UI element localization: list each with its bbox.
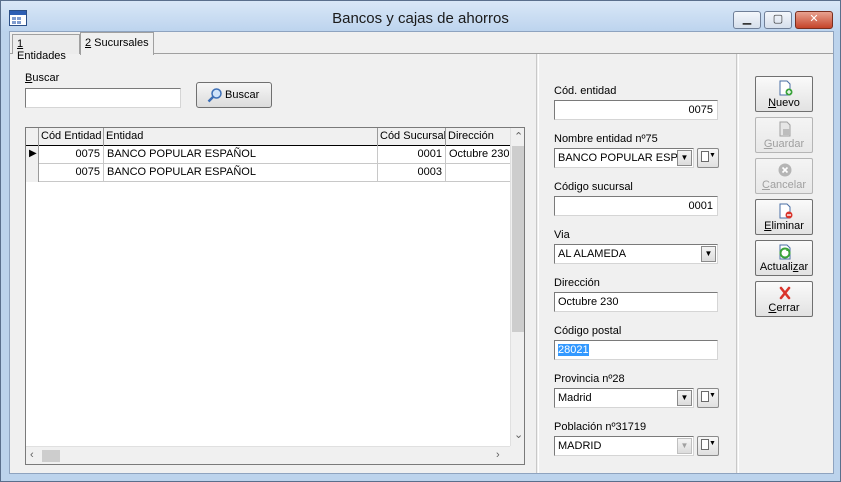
cancelar-button[interactable]: Cancelar (755, 158, 813, 194)
provincia-label: Provincia nº28 (554, 373, 625, 385)
tab-strip: 1 Entidades 2 Sucursales (10, 32, 833, 62)
client-area: 1 Entidades 2 Sucursales Buscar Buscar C… (9, 31, 834, 474)
delete-document-icon (779, 203, 793, 219)
document-icon (701, 151, 709, 162)
provincia-select[interactable]: Madrid ▼ (554, 388, 694, 408)
direccion-field[interactable]: Octubre 230 (554, 292, 718, 312)
scroll-down-icon[interactable]: ⌄ (514, 428, 523, 441)
provincia-value: Madrid (558, 392, 592, 404)
detail-panel: Cód. entidad 0075 Nombre entidad nº75 BA… (538, 54, 737, 473)
horizontal-scroll-thumb[interactable] (42, 450, 60, 462)
search-label: Buscar (25, 72, 60, 84)
poblacion-value: MADRID (558, 440, 602, 452)
minimize-icon: ▁ (742, 13, 752, 25)
column-header-direccion[interactable]: Dirección (446, 128, 510, 146)
codigo-postal-selected-text: 28021 (558, 344, 589, 356)
search-button[interactable]: Buscar (196, 82, 272, 108)
grid-header: Cód Entidad Entidad Cód Sucursal Direcci… (26, 128, 510, 146)
via-select[interactable]: AL ALAMEDA ▼ (554, 244, 718, 264)
scrollbar-corner (510, 446, 524, 464)
chevron-down-icon: ▼ (709, 152, 716, 159)
nombre-entidad-value: BANCO POPULAR ESP. (558, 152, 680, 164)
document-icon (701, 439, 709, 450)
chevron-down-icon: ▼ (709, 440, 716, 447)
document-icon (701, 391, 709, 402)
search-button-label: Buscar (225, 89, 260, 101)
table-row[interactable]: ▶ 0075 BANCO POPULAR ESPAÑOL 0001 Octubr… (26, 146, 510, 164)
column-header-cod-sucursal[interactable]: Cód Sucursal (378, 128, 446, 146)
row-indicator (26, 164, 39, 182)
chevron-down-icon[interactable]: ▼ (701, 246, 716, 262)
cell-cod-sucursal[interactable]: 0001 (378, 146, 446, 164)
cell-direccion[interactable]: Octubre 230 (446, 146, 510, 164)
horizontal-scrollbar[interactable]: ‹ › (26, 446, 510, 464)
cell-entidad[interactable]: BANCO POPULAR ESPAÑOL (104, 146, 378, 164)
column-header-entidad[interactable]: Entidad (104, 128, 378, 146)
cell-cod-entidad[interactable]: 0075 (39, 146, 104, 164)
search-icon (207, 88, 222, 103)
chevron-down-icon[interactable]: ▼ (677, 150, 692, 166)
column-header-cod-entidad[interactable]: Cód Entidad (39, 128, 104, 146)
current-row-indicator: ▶ (26, 146, 39, 164)
guardar-button[interactable]: Guardar (755, 117, 813, 153)
scroll-left-icon[interactable]: ‹ (30, 449, 34, 461)
via-value: AL ALAMEDA (558, 248, 627, 260)
nombre-entidad-lookup-button[interactable]: ▼ (697, 148, 719, 168)
tab-sucursales[interactable]: 2 Sucursales (80, 32, 154, 55)
branches-grid[interactable]: Cód Entidad Entidad Cód Sucursal Direcci… (25, 127, 525, 465)
minimize-button[interactable]: ▁ (733, 11, 761, 29)
codigo-sucursal-label: Código sucursal (554, 181, 633, 193)
actions-panel: Nuevo Guardar Cancelar Eliminar Actualiz… (738, 54, 833, 473)
nombre-entidad-select[interactable]: BANCO POPULAR ESP. ▼ (554, 148, 694, 168)
header-indicator-cell (26, 128, 39, 146)
table-row[interactable]: 0075 BANCO POPULAR ESPAÑOL 0003 (26, 164, 510, 182)
poblacion-select[interactable]: MADRID ▼ (554, 436, 694, 456)
scroll-up-icon[interactable]: ⌃ (514, 130, 523, 143)
poblacion-label: Población nº31719 (554, 421, 647, 433)
new-document-icon (779, 80, 793, 96)
vertical-scrollbar[interactable]: ⌃ ⌄ (510, 128, 524, 446)
cod-entidad-field[interactable]: 0075 (554, 100, 718, 120)
scroll-right-icon[interactable]: › (496, 449, 500, 461)
eliminar-button[interactable]: Eliminar (755, 199, 813, 235)
cell-cod-sucursal[interactable]: 0003 (378, 164, 446, 182)
close-x-icon (779, 286, 791, 300)
codigo-postal-label: Código postal (554, 325, 622, 337)
refresh-icon (779, 244, 791, 260)
app-window: Bancos y cajas de ahorros ▁ ▢ ✕ 1 Entida… (0, 0, 841, 482)
chevron-down-icon[interactable]: ▼ (677, 390, 692, 406)
direccion-label: Dirección (554, 277, 600, 289)
chevron-down-icon[interactable]: ▼ (677, 438, 692, 454)
nombre-entidad-label: Nombre entidad nº75 (554, 133, 658, 145)
chevron-down-icon: ▼ (709, 392, 716, 399)
title-bar[interactable]: Bancos y cajas de ahorros ▁ ▢ ✕ (1, 1, 840, 31)
codigo-sucursal-field[interactable]: 0001 (554, 196, 718, 216)
row-pointer-icon: ▶ (29, 148, 37, 159)
via-label: Via (554, 229, 570, 241)
maximize-button[interactable]: ▢ (764, 11, 792, 29)
cell-entidad[interactable]: BANCO POPULAR ESPAÑOL (104, 164, 378, 182)
poblacion-lookup-button[interactable]: ▼ (697, 436, 719, 456)
search-input[interactable] (25, 88, 181, 108)
actualizar-button[interactable]: Actualizar (755, 240, 813, 276)
cell-direccion[interactable] (446, 164, 510, 182)
cerrar-button[interactable]: Cerrar (755, 281, 813, 317)
provincia-lookup-button[interactable]: ▼ (697, 388, 719, 408)
codigo-postal-field[interactable]: 28021 (554, 340, 718, 360)
close-icon: ✕ (809, 13, 819, 25)
tab-entidades[interactable]: 1 Entidades (12, 34, 80, 62)
window-title: Bancos y cajas de ahorros (332, 10, 509, 27)
cod-entidad-label: Cód. entidad (554, 85, 617, 97)
cancel-icon (778, 163, 792, 177)
nuevo-button[interactable]: Nuevo (755, 76, 813, 112)
vertical-scroll-thumb[interactable] (512, 146, 524, 332)
close-window-button[interactable]: ✕ (795, 11, 833, 29)
save-document-icon (779, 121, 791, 137)
maximize-icon: ▢ (772, 13, 784, 25)
list-panel: Buscar Buscar Cód Entidad Entidad Cód Su… (10, 54, 537, 473)
cell-cod-entidad[interactable]: 0075 (39, 164, 104, 182)
